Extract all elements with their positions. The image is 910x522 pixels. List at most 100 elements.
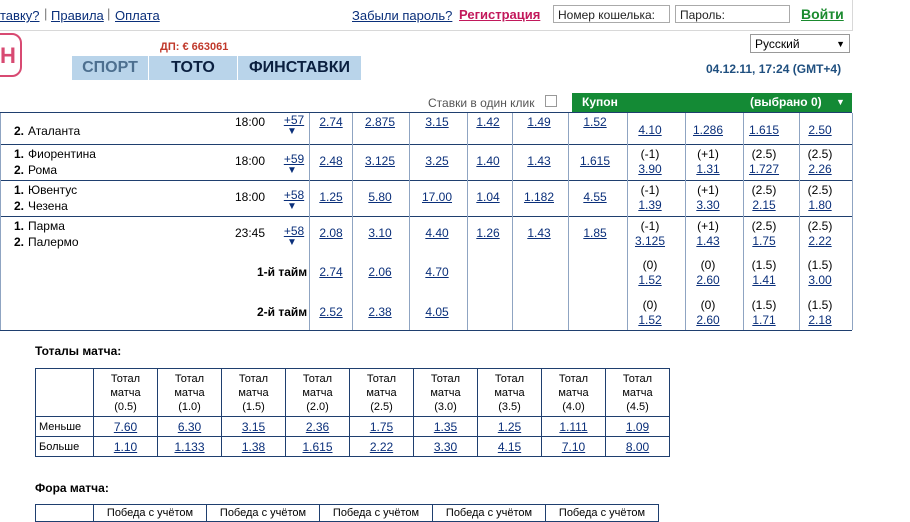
handicap-odds[interactable]: 1.71 — [739, 313, 789, 328]
handicap-odds[interactable]: 3.90 — [625, 162, 675, 177]
under-odds[interactable]: 1.09 — [626, 420, 649, 434]
login-button[interactable]: Войти — [801, 6, 844, 22]
handicap-odds[interactable]: 1.75 — [739, 234, 789, 249]
expand-arrow-icon[interactable]: ▼ — [287, 126, 297, 137]
handicap-odds[interactable]: 4.10 — [625, 123, 675, 138]
handicap-odds[interactable]: 1.80 — [795, 198, 845, 213]
forgot-password-link[interactable]: Забыли пароль? — [352, 8, 452, 23]
odds-value[interactable]: 2.48 — [306, 154, 356, 168]
expand-arrow-icon[interactable]: ▼ — [287, 237, 297, 248]
odds-value[interactable]: 2.08 — [306, 226, 356, 240]
odds-value[interactable]: 4.55 — [570, 190, 620, 204]
handicap-odds[interactable]: 2.18 — [795, 313, 845, 328]
odds-value[interactable]: 2.74 — [306, 265, 356, 279]
link-bet-help[interactable]: тавку? — [0, 8, 40, 23]
more-bets-link[interactable]: +58 — [280, 224, 308, 238]
over-cell: 1.10 — [93, 436, 158, 457]
handicap-odds[interactable]: 1.41 — [739, 273, 789, 288]
odds-value[interactable]: 3.25 — [412, 154, 462, 168]
handicap-odds[interactable]: 1.52 — [625, 313, 675, 328]
handicap-odds[interactable]: 2.50 — [795, 123, 845, 138]
totals-header: Тотал матча (3.5) — [477, 368, 542, 417]
tab-sport[interactable]: СПОРТ — [72, 56, 148, 80]
odds-value[interactable]: 1.615 — [570, 154, 620, 168]
link-rules[interactable]: Правила — [51, 8, 104, 23]
over-odds[interactable]: 1.10 — [114, 440, 137, 454]
odds-value[interactable]: 1.43 — [514, 154, 564, 168]
under-odds[interactable]: 2.36 — [306, 420, 329, 434]
over-odds[interactable]: 1.38 — [242, 440, 265, 454]
handicap-odds[interactable]: 1.39 — [625, 198, 675, 213]
tab-finstavki[interactable]: ФИНСТАВКИ — [238, 56, 361, 80]
odds-value[interactable]: 3.10 — [355, 226, 405, 240]
odds-value[interactable]: 1.85 — [570, 226, 620, 240]
handicap-odds[interactable]: 1.52 — [625, 273, 675, 288]
over-odds[interactable]: 8.00 — [626, 440, 649, 454]
handicap-odds[interactable]: 1.727 — [739, 162, 789, 177]
over-odds[interactable]: 4.15 — [498, 440, 521, 454]
over-odds[interactable]: 1.133 — [174, 440, 204, 454]
odds-value[interactable]: 3.15 — [412, 115, 462, 129]
handicap-odds[interactable]: 3.00 — [795, 273, 845, 288]
handicap-odds[interactable]: 1.286 — [683, 123, 733, 138]
wallet-number-input[interactable]: Номер кошелька: — [553, 5, 670, 23]
team-number: 2. — [14, 163, 25, 177]
odds-value[interactable]: 1.182 — [514, 190, 564, 204]
odds-value[interactable]: 1.43 — [514, 226, 564, 240]
handicap-odds[interactable]: 3.125 — [625, 234, 675, 249]
under-odds[interactable]: 1.111 — [559, 420, 587, 434]
odds-value[interactable]: 4.40 — [412, 226, 462, 240]
handicap-odds[interactable]: 2.26 — [795, 162, 845, 177]
over-odds[interactable]: 2.22 — [370, 440, 393, 454]
over-odds[interactable]: 3.30 — [434, 440, 457, 454]
handicap-odds[interactable]: 2.15 — [739, 198, 789, 213]
under-odds[interactable]: 7.60 — [114, 420, 137, 434]
over-odds[interactable]: 1.615 — [302, 440, 332, 454]
odds-value[interactable]: 1.49 — [514, 115, 564, 129]
odds-value[interactable]: 1.52 — [570, 115, 620, 129]
odds-value[interactable]: 2.06 — [355, 265, 405, 279]
odds-value[interactable]: 2.38 — [355, 305, 405, 319]
link-payment[interactable]: Оплата — [115, 8, 160, 23]
more-bets-link[interactable]: +59 — [280, 152, 308, 166]
odds-value[interactable]: 3.125 — [355, 154, 405, 168]
odds-value[interactable]: 1.04 — [463, 190, 513, 204]
handicap-line: (+1) — [697, 219, 719, 233]
odds-value[interactable]: 4.70 — [412, 265, 462, 279]
totals-header-label: Тотал матча — [302, 372, 333, 399]
logo[interactable]: H — [0, 33, 22, 77]
odds-value[interactable]: 1.42 — [463, 115, 513, 129]
odds-value[interactable]: 2.52 — [306, 305, 356, 319]
under-odds[interactable]: 3.15 — [242, 420, 265, 434]
expand-arrow-icon[interactable]: ▼ — [287, 165, 297, 176]
handicap-odds[interactable]: 2.22 — [795, 234, 845, 249]
expand-arrow-icon[interactable]: ▼ — [287, 201, 297, 212]
odds-value[interactable]: 5.80 — [355, 190, 405, 204]
more-bets-link[interactable]: +57 — [280, 113, 308, 127]
one-click-checkbox[interactable] — [545, 95, 557, 107]
over-odds[interactable]: 7.10 — [562, 440, 585, 454]
password-input[interactable]: Пароль: — [675, 5, 790, 23]
under-odds[interactable]: 6.30 — [178, 420, 201, 434]
odds-value[interactable]: 1.26 — [463, 226, 513, 240]
tab-toto[interactable]: ТОТО — [149, 56, 237, 80]
under-odds[interactable]: 1.35 — [434, 420, 457, 434]
odds-value[interactable]: 2.875 — [355, 115, 405, 129]
language-select[interactable]: Русский ▼ — [750, 34, 850, 53]
odds-value[interactable]: 4.05 — [412, 305, 462, 319]
register-link[interactable]: Регистрация — [459, 7, 540, 22]
odds-value[interactable]: 1.25 — [306, 190, 356, 204]
more-bets-link[interactable]: +58 — [280, 188, 308, 202]
handicap-odds[interactable]: 2.60 — [683, 273, 733, 288]
handicap-odds[interactable]: 2.60 — [683, 313, 733, 328]
under-odds[interactable]: 1.75 — [370, 420, 393, 434]
handicap-odds[interactable]: 1.31 — [683, 162, 733, 177]
odds-value[interactable]: 17.00 — [412, 190, 462, 204]
handicap-odds[interactable]: 1.43 — [683, 234, 733, 249]
odds-value[interactable]: 1.40 — [463, 154, 513, 168]
odds-value[interactable]: 2.74 — [306, 115, 356, 129]
under-odds[interactable]: 1.25 — [498, 420, 521, 434]
handicap-odds[interactable]: 3.30 — [683, 198, 733, 213]
under-label: Меньше — [35, 416, 94, 437]
handicap-odds[interactable]: 1.615 — [739, 123, 789, 138]
